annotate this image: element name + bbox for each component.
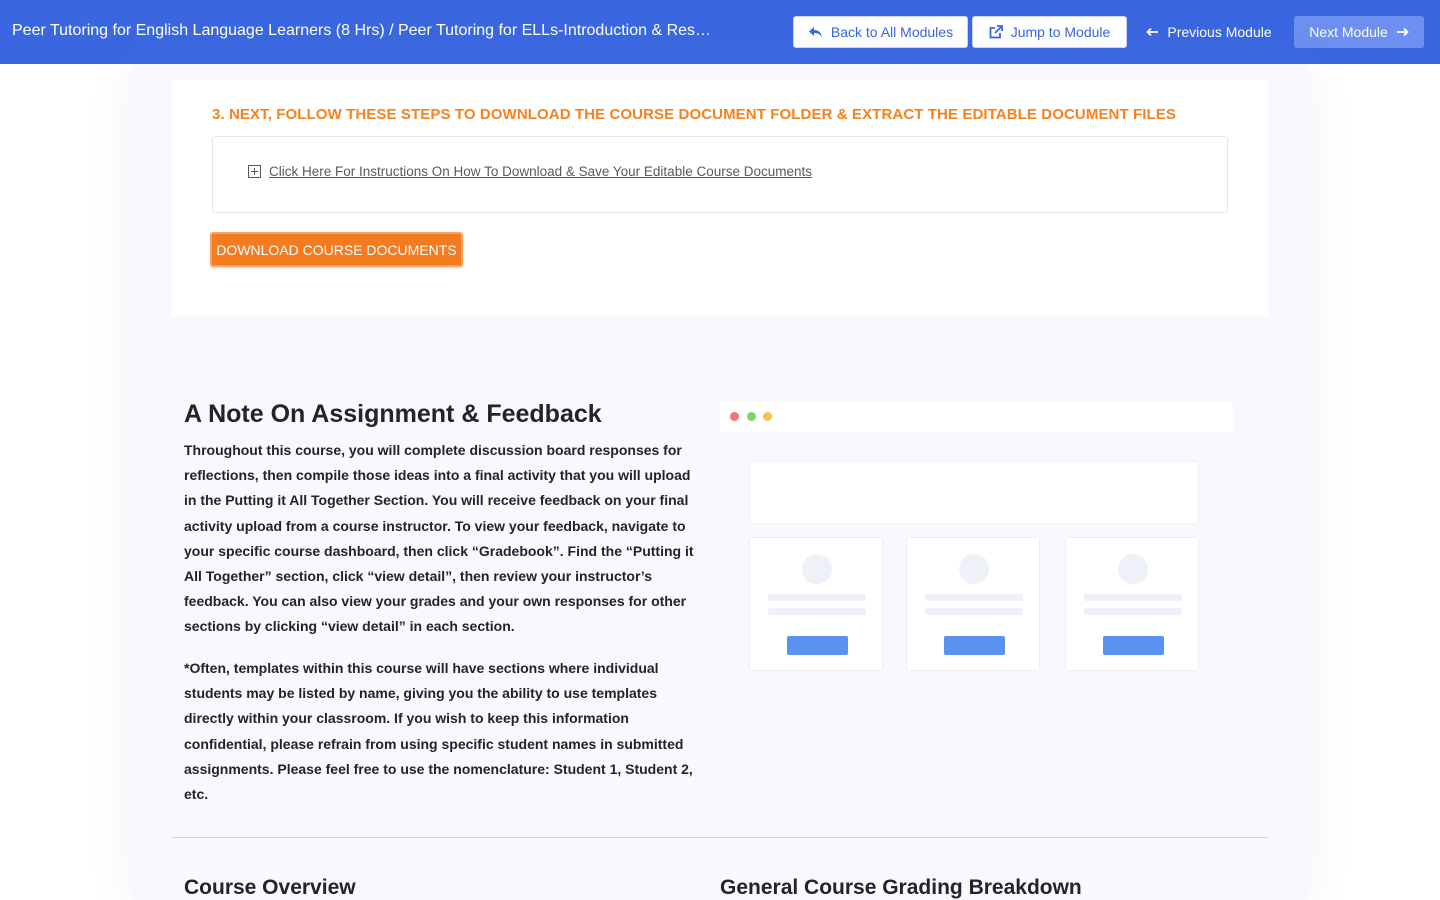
jump-to-module-button[interactable]: Jump to Module — [972, 16, 1127, 48]
grading-breakdown-heading: General Course Grading Breakdown — [720, 876, 1082, 899]
mockup-red-dot — [730, 412, 739, 421]
mockup-line — [925, 594, 1023, 601]
note-paragraph-1: Throughout this course, you will complet… — [184, 442, 694, 635]
mockup-yellow-dot — [763, 412, 772, 421]
mockup-line — [768, 594, 866, 601]
arrow-left-icon — [1146, 27, 1159, 37]
arrow-right-icon — [1396, 27, 1409, 37]
expand-plus-icon — [248, 165, 261, 178]
breadcrumb[interactable]: Peer Tutoring for English Language Learn… — [12, 0, 712, 64]
step-3-heading: 3. NEXT, FOLLOW THESE STEPS TO DOWNLOAD … — [212, 106, 1177, 123]
next-module-button[interactable]: Next Module — [1294, 16, 1424, 48]
external-link-icon — [989, 25, 1003, 39]
jump-to-module-label: Jump to Module — [1010, 24, 1111, 40]
course-overview-heading: Course Overview — [184, 876, 356, 899]
note-title: A Note On Assignment & Feedback — [184, 400, 602, 428]
mockup-card — [906, 537, 1040, 671]
mockup-line — [1084, 608, 1182, 615]
mockup-window-bar — [720, 402, 1233, 432]
next-module-label: Next Module — [1309, 24, 1388, 40]
mockup-button — [787, 636, 848, 655]
instructions-accordion-toggle[interactable]: Click Here For Instructions On How To Do… — [248, 164, 812, 179]
previous-module-button[interactable]: Previous Module — [1138, 16, 1280, 48]
mockup-button — [1103, 636, 1164, 655]
back-to-all-modules-button[interactable]: Back to All Modules — [793, 16, 968, 48]
top-navigation-bar: Peer Tutoring for English Language Learn… — [0, 0, 1440, 64]
mockup-card — [749, 537, 883, 671]
mockup-button — [944, 636, 1005, 655]
mockup-avatar — [802, 554, 832, 584]
mockup-card — [1065, 537, 1199, 671]
mockup-line — [768, 608, 866, 615]
download-course-documents-button[interactable]: DOWNLOAD COURSE DOCUMENTS — [210, 232, 463, 267]
section-divider — [172, 837, 1268, 838]
mockup-header-block — [749, 461, 1199, 524]
previous-module-label: Previous Module — [1167, 24, 1272, 40]
reply-arrow-icon — [808, 26, 823, 39]
mockup-avatar — [959, 554, 989, 584]
mockup-line — [925, 608, 1023, 615]
note-paragraph-2: *Often, templates within this course wil… — [184, 660, 693, 803]
mockup-green-dot — [747, 412, 756, 421]
instructions-accordion-label: Click Here For Instructions On How To Do… — [269, 164, 813, 179]
back-to-all-modules-label: Back to All Modules — [830, 24, 954, 40]
mockup-line — [1084, 594, 1182, 601]
mockup-avatar — [1118, 554, 1148, 584]
